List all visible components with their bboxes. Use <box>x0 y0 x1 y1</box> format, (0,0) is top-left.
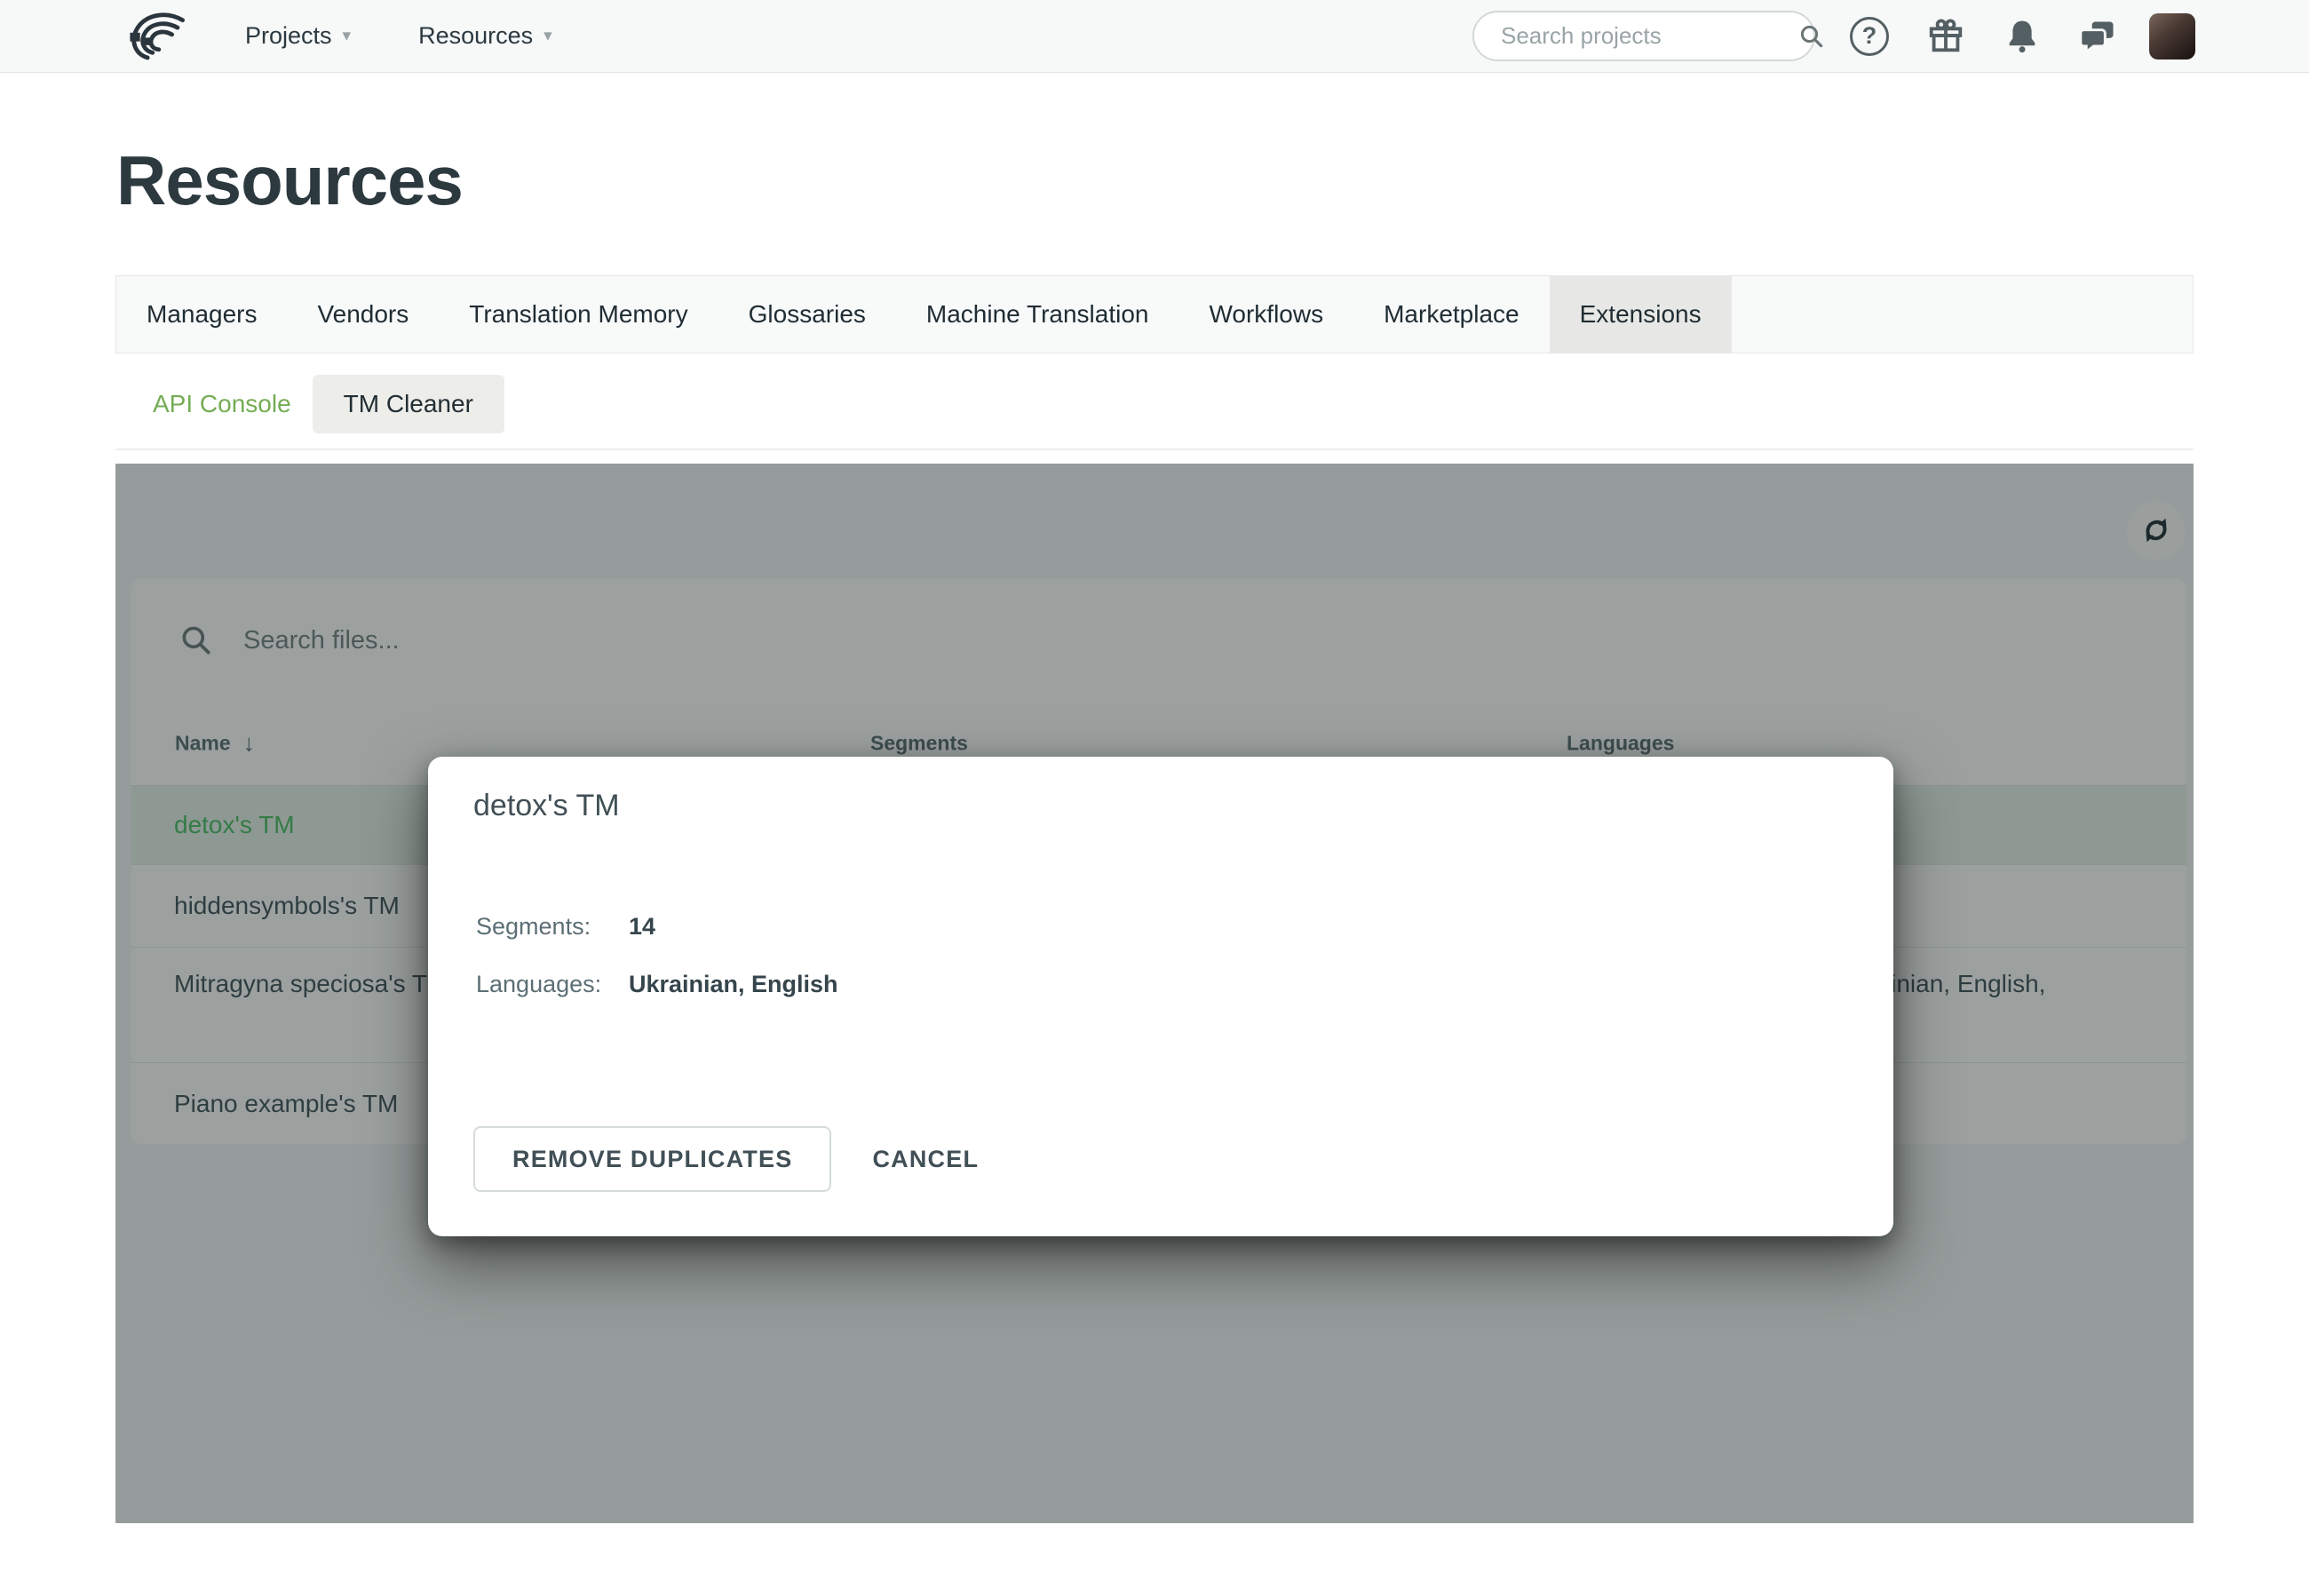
tab-machine-translation[interactable]: Machine Translation <box>896 276 1179 353</box>
subtabs-divider <box>115 449 2194 450</box>
segments-value: 14 <box>629 913 655 941</box>
tab-vendors[interactable]: Vendors <box>288 276 440 353</box>
page-title: Resources <box>116 140 463 221</box>
nav-projects-label: Projects <box>245 22 332 50</box>
cancel-button[interactable]: CANCEL <box>861 1146 989 1173</box>
modal-title: detox's TM <box>473 789 620 823</box>
subtab-api-console[interactable]: API Console <box>153 390 291 418</box>
nav-resources-menu[interactable]: Resources ▾ <box>418 22 552 50</box>
remove-duplicates-button[interactable]: REMOVE DUPLICATES <box>473 1126 831 1192</box>
gift-icon <box>1925 16 1966 57</box>
subtab-tm-cleaner[interactable]: TM Cleaner <box>313 375 504 433</box>
top-nav: Projects ▾ Resources ▾ ? <box>0 0 2309 73</box>
brand-logo[interactable] <box>124 9 188 64</box>
nav-resources-label: Resources <box>418 22 533 50</box>
chevron-down-icon: ▾ <box>544 26 552 46</box>
modal-actions: REMOVE DUPLICATES CANCEL <box>473 1126 989 1192</box>
help-button[interactable]: ? <box>1847 14 1892 59</box>
tab-managers[interactable]: Managers <box>116 276 288 353</box>
messages-button[interactable] <box>2076 14 2121 59</box>
resources-tabbar: Managers Vendors Translation Memory Glos… <box>115 275 2194 353</box>
whats-new-button[interactable] <box>1924 14 1968 59</box>
help-icon: ? <box>1850 17 1889 56</box>
tab-glossaries[interactable]: Glossaries <box>718 276 896 353</box>
languages-field: Languages: Ukrainian, English <box>476 971 838 998</box>
tm-details-modal: detox's TM Segments: 14 Languages: Ukrai… <box>428 757 1893 1236</box>
user-avatar[interactable] <box>2149 13 2195 60</box>
tab-marketplace[interactable]: Marketplace <box>1353 276 1550 353</box>
notifications-button[interactable] <box>2000 14 2044 59</box>
nav-projects-menu[interactable]: Projects ▾ <box>245 22 351 50</box>
chevron-down-icon: ▾ <box>343 26 352 46</box>
tab-translation-memory[interactable]: Translation Memory <box>439 276 718 353</box>
languages-value: Ukrainian, English <box>629 971 838 998</box>
search-icon <box>1798 23 1825 50</box>
help-glyph: ? <box>1862 22 1877 50</box>
bell-icon <box>2003 17 2042 56</box>
projects-search-input[interactable] <box>1501 22 1798 50</box>
tm-cleaner-panel: Name ↓ Segments Languages detox's TM hid… <box>115 464 2194 1523</box>
projects-search[interactable] <box>1472 11 1815 61</box>
tab-workflows[interactable]: Workflows <box>1178 276 1353 353</box>
tab-extensions[interactable]: Extensions <box>1550 276 1732 353</box>
languages-label: Languages: <box>476 971 629 998</box>
segments-label: Segments: <box>476 913 629 941</box>
extensions-subtabs: API Console TM Cleaner <box>115 375 504 433</box>
chat-icon <box>2079 17 2118 56</box>
segments-field: Segments: 14 <box>476 913 655 941</box>
